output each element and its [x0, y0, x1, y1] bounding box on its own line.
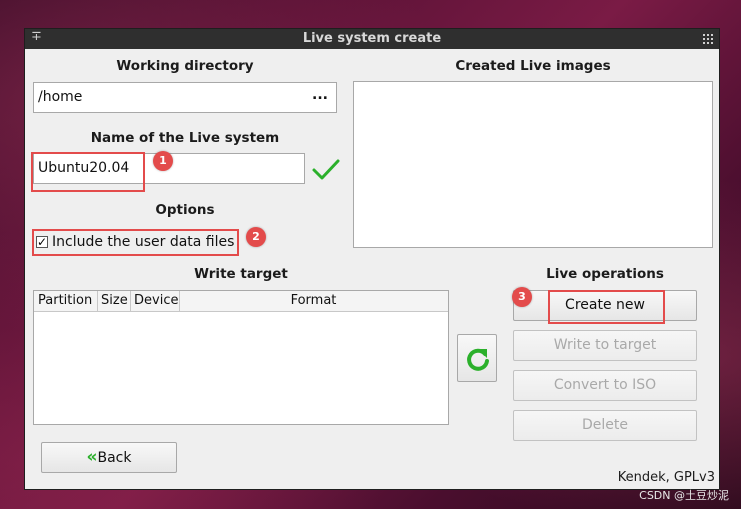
created-live-images-list[interactable]	[353, 81, 713, 248]
write-target-table[interactable]: Partition Size Device Format	[33, 290, 449, 425]
watermark: CSDN @土豆炒泥	[639, 489, 729, 502]
column-partition[interactable]: Partition	[38, 293, 92, 311]
annotation-badge-2: 2	[246, 227, 266, 247]
window-menu-icon[interactable]	[703, 34, 713, 44]
write-target-table-header: Partition Size Device Format	[34, 291, 448, 312]
live-system-name-label: Name of the Live system	[90, 130, 280, 146]
refresh-button[interactable]	[457, 334, 497, 382]
column-device[interactable]: Device	[134, 293, 178, 311]
annotation-badge-1: 1	[153, 151, 173, 171]
checkmark-icon	[312, 159, 340, 180]
credit-text: Kendek, GPLv3	[617, 470, 715, 485]
back-button[interactable]: «Back	[41, 442, 177, 473]
title-bar: ∓ Live system create	[25, 29, 719, 49]
annotation-box-1	[31, 152, 145, 192]
browse-button[interactable]: ...	[312, 87, 328, 103]
annotation-box-2	[32, 229, 239, 256]
window-title: Live system create	[302, 31, 442, 46]
working-directory-field[interactable]: /home ...	[33, 82, 337, 113]
write-target-label: Write target	[194, 266, 288, 282]
convert-to-iso-button[interactable]: Convert to ISO	[513, 370, 697, 401]
live-system-create-window: ∓ Live system create Working directory /…	[24, 28, 720, 490]
delete-button[interactable]: Delete	[513, 410, 697, 441]
column-format[interactable]: Format	[179, 293, 448, 311]
annotation-badge-3: 3	[512, 287, 532, 307]
write-to-target-button[interactable]: Write to target	[513, 330, 697, 361]
annotation-box-3	[548, 290, 665, 324]
refresh-icon	[467, 348, 489, 371]
options-label: Options	[155, 202, 215, 218]
live-operations-label: Live operations	[546, 266, 664, 282]
back-label: Back	[97, 450, 132, 466]
working-directory-value: /home	[38, 89, 83, 105]
column-size[interactable]: Size	[101, 293, 128, 311]
double-chevron-left-icon: «	[86, 447, 98, 467]
created-live-images-label: Created Live images	[455, 58, 611, 74]
working-directory-label: Working directory	[116, 58, 254, 74]
